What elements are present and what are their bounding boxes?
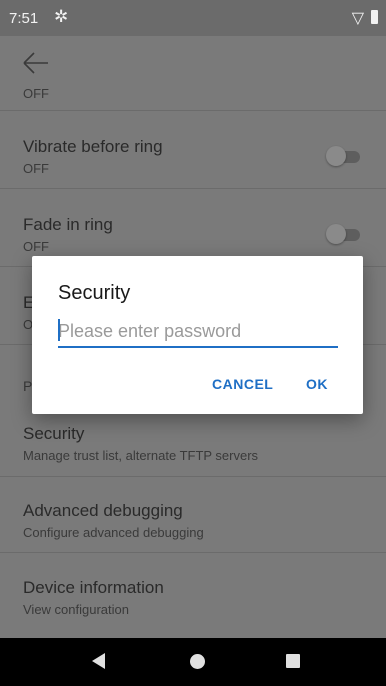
setting-subtitle: Manage trust list, alternate TFTP server… xyxy=(23,448,259,463)
setting-device-information[interactable]: Device information View configuration xyxy=(0,552,386,638)
setting-subtitle: OFF xyxy=(23,161,49,176)
ok-button[interactable]: OK xyxy=(306,376,328,392)
back-arrow-icon[interactable] xyxy=(20,48,50,78)
partial-subtitle: OFF xyxy=(23,86,49,101)
setting-title: Advanced debugging xyxy=(23,501,183,520)
settings-gear-icon: ✲ xyxy=(54,7,69,26)
dialog-title: Security xyxy=(58,282,131,304)
nav-home-icon[interactable] xyxy=(190,654,205,669)
setting-subtitle: OFF xyxy=(23,239,49,254)
nav-recents-icon[interactable] xyxy=(286,654,300,668)
setting-subtitle: Configure advanced debugging xyxy=(23,525,204,540)
status-bar: 7:51 ✲ ▽ xyxy=(0,0,386,36)
wifi-icon: ▽ xyxy=(351,10,364,27)
cancel-button[interactable]: CANCEL xyxy=(212,376,273,392)
setting-title: Security xyxy=(23,424,85,443)
battery-icon xyxy=(371,10,378,24)
partial-setting-row[interactable]: OFF xyxy=(0,86,386,111)
toggle-thumb xyxy=(326,146,346,166)
status-time: 7:51 xyxy=(9,10,39,27)
toggle-thumb xyxy=(326,224,346,244)
setting-title: Device information xyxy=(23,578,164,597)
password-input[interactable] xyxy=(58,316,338,348)
setting-subtitle: View configuration xyxy=(23,602,129,617)
vibrate-toggle[interactable] xyxy=(326,146,360,166)
section-header: P xyxy=(23,378,33,394)
fade-in-toggle[interactable] xyxy=(326,224,360,244)
app-bar xyxy=(0,36,386,92)
security-dialog: Security CANCEL OK xyxy=(32,256,363,414)
setting-advanced-debugging[interactable]: Advanced debugging Configure advanced de… xyxy=(0,476,386,553)
text-cursor xyxy=(58,319,60,341)
setting-title: Vibrate before ring xyxy=(23,137,163,156)
nav-back-icon[interactable] xyxy=(92,653,105,669)
navigation-bar xyxy=(0,638,386,686)
setting-vibrate-before-ring[interactable]: Vibrate before ring OFF xyxy=(0,110,386,189)
setting-title: Fade in ring xyxy=(23,215,113,234)
